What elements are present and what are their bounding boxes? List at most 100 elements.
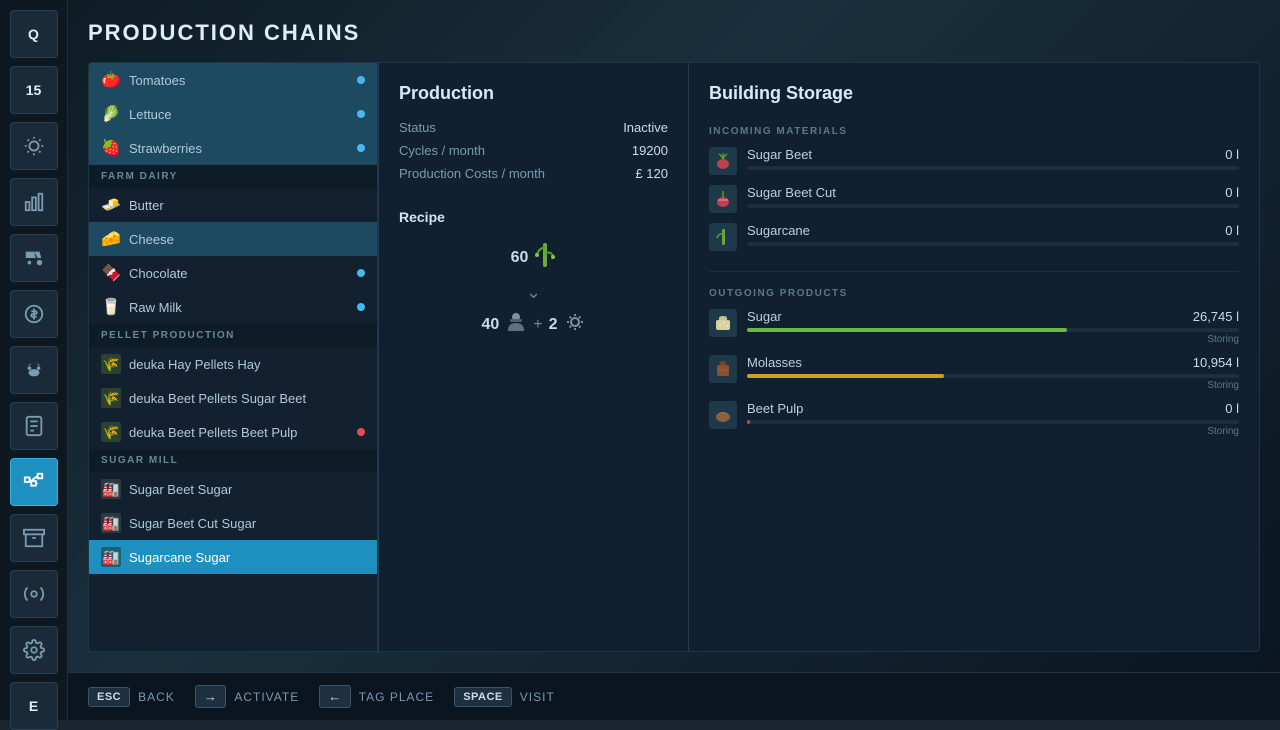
status-value: Inactive: [623, 120, 668, 135]
tomatoes-dot: [357, 76, 365, 84]
sugarcane-icon: 🏭: [101, 547, 121, 567]
sidebar-btn-tractor[interactable]: [10, 234, 58, 282]
chain-item-cheese[interactable]: 🧀 Cheese: [89, 222, 377, 256]
sugar-beet-cut-bar-container: [747, 204, 1239, 208]
tag-key-badge: ←: [319, 685, 351, 708]
sidebar-btn-e[interactable]: E: [10, 682, 58, 730]
page-title: PRODUCTION CHAINS: [88, 20, 1260, 46]
sugar-beet-cut-row: Sugar Beet Cut 0 l: [747, 185, 1239, 200]
production-panel: Production Status Inactive Cycles / mont…: [378, 62, 688, 652]
hotkey-activate: → ACTIVATE: [195, 685, 299, 708]
molasses-bar-container: [747, 374, 1239, 378]
chain-item-label: Chocolate: [129, 266, 188, 281]
tractor-icon: [23, 247, 45, 269]
content-row: 🍅 Tomatoes 🥬 Lettuce 🍓 Strawberries FARM…: [88, 62, 1260, 652]
hotkey-tag: ← TAG PLACE: [319, 685, 434, 708]
machines-icon: [23, 583, 45, 605]
chain-item-tomatoes[interactable]: 🍅 Tomatoes: [89, 63, 377, 97]
molasses-status: Storing: [747, 380, 1239, 391]
worker-recipe-icon: [505, 311, 527, 333]
sugar-beet-amount: 0 l: [1225, 147, 1239, 162]
sugar-name: Sugar: [747, 309, 782, 324]
molasses-info: Molasses 10,954 l Storing: [747, 355, 1239, 391]
chains-panel: 🍅 Tomatoes 🥬 Lettuce 🍓 Strawberries FARM…: [88, 62, 378, 652]
stat-row-costs: Production Costs / month £ 120: [399, 166, 668, 181]
hotkey-visit: SPACE VISIT: [454, 687, 555, 707]
sidebar-btn-production[interactable]: [10, 458, 58, 506]
sugarcane-name: Sugarcane: [747, 223, 810, 238]
sugar-beet-cut-name: Sugar Beet Cut: [747, 185, 836, 200]
space-badge: SPACE: [454, 687, 512, 707]
sugar-info: Sugar 26,745 l Storing: [747, 309, 1239, 345]
storage-item-molasses: Molasses 10,954 l Storing: [709, 355, 1239, 391]
recipe-top-amount: 60: [511, 249, 529, 267]
chain-item-beet-pellets-sugar[interactable]: 🌾 deuka Beet Pellets Sugar Beet: [89, 381, 377, 415]
chain-item-lettuce[interactable]: 🥬 Lettuce: [89, 97, 377, 131]
strawberries-dot: [357, 144, 365, 152]
gear-recipe-icon: [564, 311, 586, 333]
sidebar-btn-machines[interactable]: [10, 570, 58, 618]
sugar-bar: [747, 328, 1067, 332]
milk-icon: 🥛: [101, 297, 121, 317]
chain-item-butter[interactable]: 🧈 Butter: [89, 188, 377, 222]
beet-pulp-name: Beet Pulp: [747, 401, 803, 416]
sidebar-btn-stats[interactable]: [10, 178, 58, 226]
e-label: E: [29, 698, 38, 714]
sidebar-btn-15[interactable]: 15: [10, 66, 58, 114]
beet-pulp-row: Beet Pulp 0 l: [747, 401, 1239, 416]
beet-pulp-bar-container: [747, 420, 1239, 424]
sidebar-btn-weather[interactable]: [10, 122, 58, 170]
chain-item-hay-pellets[interactable]: 🌾 deuka Hay Pellets Hay: [89, 347, 377, 381]
sidebar-btn-storage[interactable]: [10, 514, 58, 562]
recipe-arrow: ⌄: [526, 282, 541, 303]
sugarcane-amount: 0 l: [1225, 223, 1239, 238]
hotkey-back: ESC BACK: [88, 687, 175, 707]
chain-item-chocolate[interactable]: 🍫 Chocolate: [89, 256, 377, 290]
recipe-bottom-icon1: [505, 311, 527, 338]
sidebar-btn-money[interactable]: [10, 290, 58, 338]
chain-item-strawberries[interactable]: 🍓 Strawberries: [89, 131, 377, 165]
section-farm-dairy: FARM DAIRY: [89, 165, 377, 188]
recipe-title: Recipe: [399, 209, 668, 225]
recipe-bottom-icon2: [564, 311, 586, 338]
storage-item-beet-pulp: Beet Pulp 0 l Storing: [709, 401, 1239, 437]
chain-item-sugar-beet-sugar[interactable]: 🏭 Sugar Beet Sugar: [89, 472, 377, 506]
sugarcane-row: Sugarcane 0 l: [747, 223, 1239, 238]
visit-label: VISIT: [520, 690, 555, 704]
sugar-beet-cut-icon: 🏭: [101, 513, 121, 533]
storage-icon: [23, 527, 45, 549]
storage-item-sugar: Sugar 26,745 l Storing: [709, 309, 1239, 345]
sugarcane-icon: [714, 228, 732, 246]
storage-panel: Building Storage INCOMING MATERIALS Suga…: [688, 62, 1260, 652]
animals-icon: [23, 359, 45, 381]
butter-icon: 🧈: [101, 195, 121, 215]
sidebar-btn-animals[interactable]: [10, 346, 58, 394]
storage-item-sugarcane: Sugarcane 0 l: [709, 223, 1239, 251]
sugar-row: Sugar 26,745 l: [747, 309, 1239, 324]
beet-pellets-pulp-icon: 🌾: [101, 422, 121, 442]
section-sugar-mill: SUGAR MILL: [89, 449, 377, 472]
sugarcane-bar-container: [747, 242, 1239, 246]
chain-item-label: Strawberries: [129, 141, 202, 156]
sidebar-btn-q[interactable]: Q: [10, 10, 58, 58]
strawberry-icon: 🍓: [101, 138, 121, 158]
beet-pulp-info: Beet Pulp 0 l Storing: [747, 401, 1239, 437]
tag-label: TAG PLACE: [359, 690, 434, 704]
activate-key-badge: →: [195, 685, 227, 708]
chain-item-label: deuka Beet Pellets Beet Pulp: [129, 425, 297, 440]
sidebar-btn-contracts[interactable]: [10, 402, 58, 450]
beet-pulp-amount: 0 l: [1225, 401, 1239, 416]
chains-scroll[interactable]: 🍅 Tomatoes 🥬 Lettuce 🍓 Strawberries FARM…: [89, 63, 377, 651]
chain-item-beet-pellets-pulp[interactable]: 🌾 deuka Beet Pellets Beet Pulp: [89, 415, 377, 449]
storage-title: Building Storage: [709, 83, 1239, 104]
storage-item-sugar-beet-cut: Sugar Beet Cut 0 l: [709, 185, 1239, 213]
chain-item-label: Sugar Beet Sugar: [129, 482, 232, 497]
molasses-amount: 10,954 l: [1193, 355, 1239, 370]
hay-pellets-icon: 🌾: [101, 354, 121, 374]
chain-item-sugar-beet-cut[interactable]: 🏭 Sugar Beet Cut Sugar: [89, 506, 377, 540]
contracts-icon: [23, 415, 45, 437]
chain-item-raw-milk[interactable]: 🥛 Raw Milk: [89, 290, 377, 324]
sidebar-btn-settings[interactable]: [10, 626, 58, 674]
chain-item-sugarcane-sugar[interactable]: 🏭 Sugarcane Sugar: [89, 540, 377, 574]
recipe-bottom-row: 40 + 2: [481, 311, 585, 338]
